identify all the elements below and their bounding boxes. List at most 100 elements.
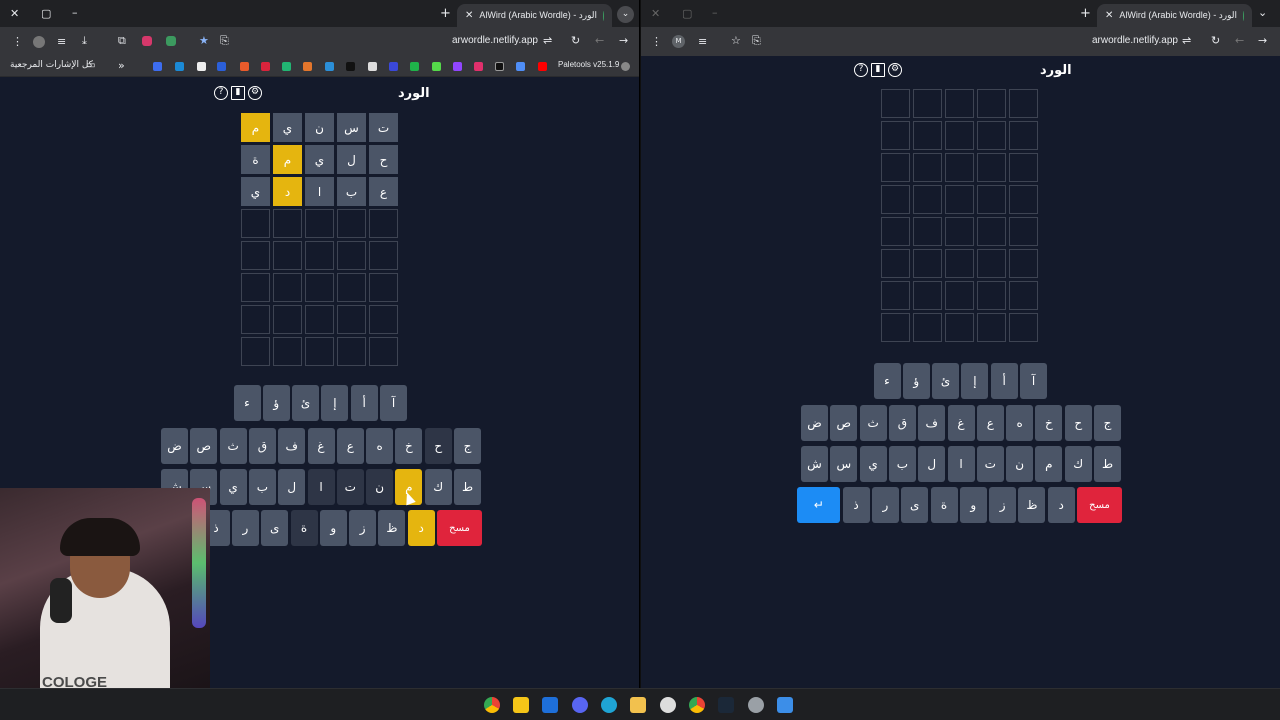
settings-gear-icon[interactable]: ⚙ — [888, 63, 902, 77]
key-row2-6[interactable]: ف — [918, 405, 946, 441]
key-row4-4[interactable]: و — [319, 510, 347, 546]
extension-green-icon[interactable] — [166, 36, 176, 46]
key-row3-8[interactable]: ي — [859, 446, 887, 482]
tab-search-chevron-icon[interactable]: ⌄ — [617, 6, 634, 23]
key-row1-3[interactable]: ئ — [932, 363, 960, 399]
profile-avatar[interactable] — [33, 36, 45, 48]
new-tab-icon[interactable]: + — [440, 7, 451, 20]
close-tab-icon[interactable]: ✕ — [465, 10, 473, 21]
back-icon[interactable]: ← — [1235, 35, 1244, 46]
bookmark-icon[interactable] — [240, 62, 249, 71]
key-row2-9[interactable]: ص — [830, 405, 858, 441]
key-row4-3[interactable]: ز — [349, 510, 377, 546]
key-row2-7[interactable]: ق — [248, 428, 276, 464]
key-row4-1[interactable]: د — [1047, 487, 1075, 523]
reading-list-icon[interactable]: ≡ — [57, 36, 66, 47]
bookmark-icon[interactable] — [325, 62, 334, 71]
key-row3-0[interactable]: ط — [1094, 446, 1121, 482]
bookmark-icon[interactable] — [282, 62, 291, 71]
key-row1-5[interactable]: ء — [873, 363, 901, 399]
bookmark-icon[interactable] — [346, 62, 355, 71]
steam-taskbar-icon[interactable] — [718, 697, 734, 713]
key-row3-5[interactable]: ا — [947, 446, 975, 482]
more-bookmarks-icon[interactable]: » — [118, 60, 125, 71]
bookmark-icon[interactable] — [410, 62, 419, 71]
share-icon[interactable]: ⎘ — [220, 35, 229, 46]
key-row1-5[interactable]: ء — [233, 385, 261, 421]
key-row3-6[interactable]: ل — [278, 469, 306, 505]
key-row3-4[interactable]: ت — [976, 446, 1004, 482]
key-row4-1[interactable]: د — [407, 510, 435, 546]
key-row4-2[interactable]: ظ — [1018, 487, 1046, 523]
reload-icon[interactable]: ↻ — [1211, 35, 1220, 46]
delete-key[interactable]: مسح — [437, 510, 482, 546]
bookmark-star-icon[interactable]: ★ — [199, 35, 209, 46]
key-row2-4[interactable]: ع — [976, 405, 1004, 441]
download-icon[interactable]: ⤓ — [82, 35, 87, 46]
app-taskbar-icon[interactable] — [542, 697, 558, 713]
paletools-label[interactable]: Paletools v25.1.9 — [558, 61, 619, 69]
key-row3-1[interactable]: ك — [1064, 446, 1092, 482]
rockstar-taskbar-icon[interactable] — [513, 697, 529, 713]
key-row3-3[interactable]: ن — [366, 469, 394, 505]
key-row2-9[interactable]: ص — [190, 428, 218, 464]
key-row1-1[interactable]: أ — [990, 363, 1018, 399]
bookmark-icon[interactable] — [175, 62, 184, 71]
key-row3-10[interactable]: ش — [801, 446, 828, 482]
bookmark-icon[interactable] — [453, 62, 462, 71]
profile-avatar[interactable]: M — [672, 35, 685, 48]
paletools-icon[interactable] — [621, 62, 630, 71]
close-tab-icon[interactable]: ✕ — [1105, 10, 1113, 21]
address-bar-url[interactable]: arwordle.netlify.app — [1092, 35, 1178, 46]
chrome-taskbar-icon[interactable] — [484, 697, 500, 713]
key-row2-1[interactable]: ح — [424, 428, 452, 464]
key-row3-8[interactable]: ي — [219, 469, 247, 505]
key-row2-3[interactable]: ه — [1006, 405, 1034, 441]
key-row2-0[interactable]: ج — [454, 428, 481, 464]
close-window-icon[interactable]: ✕ — [651, 8, 660, 19]
tab-arwordle[interactable]: ✕ AlWird (Arabic Wordle) - الورد — [1097, 4, 1252, 27]
address-bar-url[interactable]: arwordle.netlify.app — [452, 35, 538, 46]
bookmark-icon[interactable] — [261, 62, 270, 71]
key-row2-7[interactable]: ق — [888, 405, 916, 441]
forward-icon[interactable]: → — [619, 35, 628, 46]
maximize-icon[interactable]: ▢ — [682, 8, 692, 19]
key-row1-3[interactable]: ئ — [292, 385, 320, 421]
key-row4-6[interactable]: ى — [261, 510, 289, 546]
tab-arwordle[interactable]: ✕ AlWird (Arabic Wordle) - الورد — [457, 4, 612, 27]
key-row2-0[interactable]: ج — [1094, 405, 1121, 441]
key-row3-4[interactable]: ت — [336, 469, 364, 505]
key-row4-2[interactable]: ظ — [378, 510, 406, 546]
key-row4-5[interactable]: ة — [290, 510, 318, 546]
key-row1-4[interactable]: ؤ — [262, 385, 290, 421]
key-row4-6[interactable]: ى — [901, 487, 929, 523]
app-taskbar-icon[interactable] — [660, 697, 676, 713]
minimize-icon[interactable]: – — [712, 7, 718, 18]
key-row3-9[interactable]: س — [830, 446, 858, 482]
settings-gear-icon[interactable]: ⚙ — [248, 86, 262, 100]
site-settings-icon[interactable]: ⇌ — [1182, 35, 1191, 46]
extension-pink-icon[interactable] — [142, 36, 152, 46]
key-row4-7[interactable]: ر — [231, 510, 259, 546]
key-row1-2[interactable]: إ — [321, 385, 349, 421]
windows-start-icon[interactable] — [777, 697, 793, 713]
file-explorer-taskbar-icon[interactable] — [630, 697, 646, 713]
key-row1-1[interactable]: أ — [350, 385, 378, 421]
key-row3-6[interactable]: ل — [918, 446, 946, 482]
menu-dots-icon[interactable]: ⋮ — [12, 36, 23, 47]
stats-icon[interactable]: ▮ — [231, 86, 245, 100]
x-bookmark-icon[interactable] — [495, 62, 504, 71]
key-row2-4[interactable]: ع — [336, 428, 364, 464]
bookmark-icon[interactable] — [389, 62, 398, 71]
new-tab-icon[interactable]: + — [1080, 7, 1091, 20]
edge-taskbar-icon[interactable] — [601, 697, 617, 713]
key-row4-7[interactable]: ر — [871, 487, 899, 523]
reload-icon[interactable]: ↻ — [571, 35, 580, 46]
extensions-icon[interactable]: ⧉ — [118, 35, 126, 46]
bookmark-icon[interactable] — [197, 62, 206, 71]
key-row3-2[interactable]: م — [1035, 446, 1063, 482]
key-row1-0[interactable]: آ — [1020, 363, 1047, 399]
key-row4-3[interactable]: ز — [989, 487, 1017, 523]
key-row1-2[interactable]: إ — [961, 363, 989, 399]
key-row2-10[interactable]: ض — [161, 428, 188, 464]
